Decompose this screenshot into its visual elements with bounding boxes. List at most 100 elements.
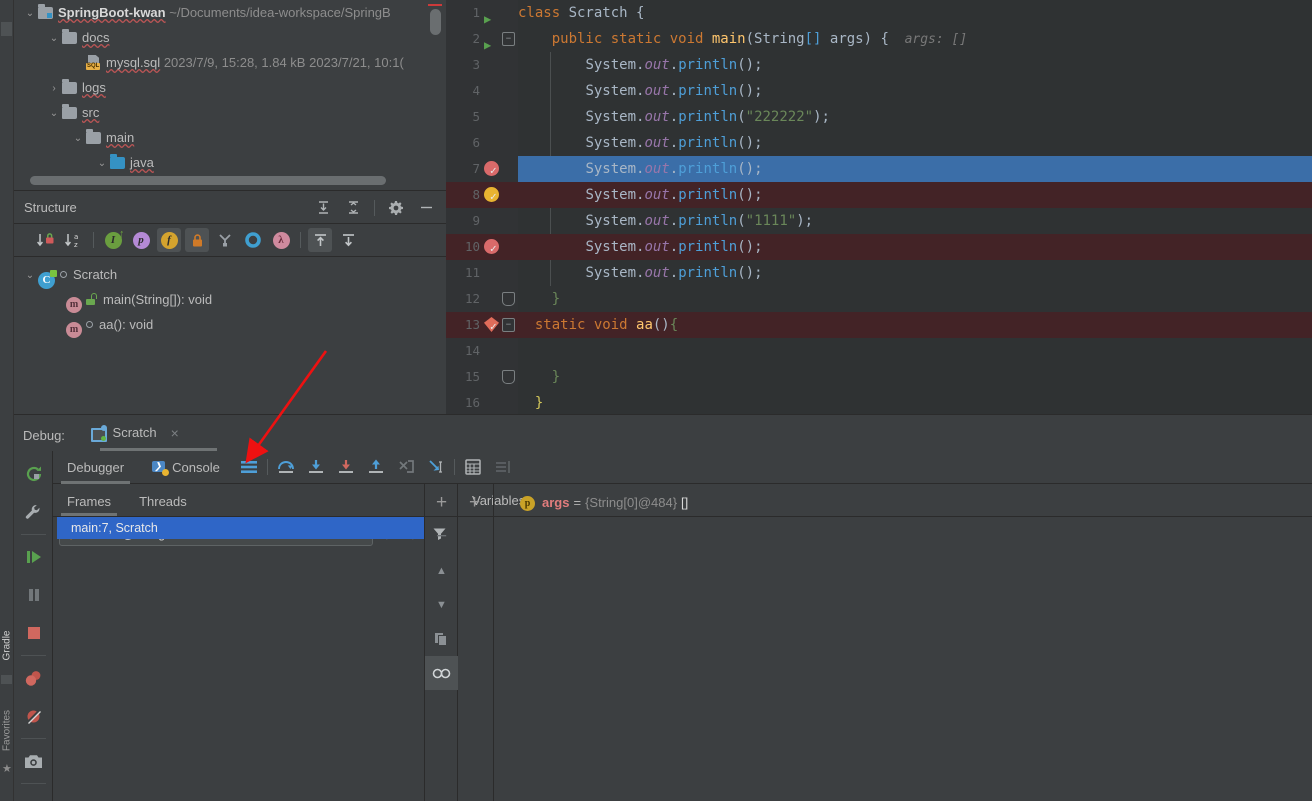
tree-chevron-icon[interactable]: › bbox=[46, 76, 62, 101]
editor-line[interactable]: 16 } bbox=[446, 390, 1312, 414]
show-properties-button[interactable]: p bbox=[129, 228, 153, 252]
project-tree-item[interactable]: ⌄ main bbox=[14, 125, 446, 150]
line-code[interactable]: System.out.println("222222"); bbox=[518, 104, 1312, 130]
line-gutter[interactable]: 12 bbox=[446, 286, 518, 312]
editor-line[interactable]: 12 } bbox=[446, 286, 1312, 312]
project-tree-item[interactable]: ⌄ java bbox=[14, 150, 446, 175]
step-into-button[interactable] bbox=[301, 451, 331, 484]
sort-alphabetically-button[interactable]: az bbox=[62, 228, 86, 252]
editor-line[interactable]: 13 ✓ − static void aa(){ bbox=[446, 312, 1312, 338]
line-gutter[interactable]: 1 ▶ bbox=[446, 0, 518, 26]
structure-tree-item[interactable]: m aa(): void bbox=[14, 312, 446, 338]
editor-line[interactable]: 5 System.out.println("222222"); bbox=[446, 104, 1312, 130]
autoscroll-to-source-button[interactable] bbox=[308, 228, 332, 252]
line-code[interactable]: } bbox=[518, 390, 1312, 414]
line-code[interactable]: System.out.println(); bbox=[518, 156, 1312, 182]
line-gutter[interactable]: 5 bbox=[446, 104, 518, 130]
line-code[interactable]: System.out.println(); bbox=[518, 52, 1312, 78]
tree-chevron-icon[interactable]: ⌄ bbox=[70, 126, 86, 151]
show-inherited-button[interactable]: I ↑ bbox=[101, 228, 125, 252]
line-gutter[interactable]: 4 bbox=[446, 78, 518, 104]
fold-close-icon[interactable] bbox=[502, 370, 515, 384]
editor-line[interactable]: 3 System.out.println(); bbox=[446, 52, 1312, 78]
stop-button[interactable] bbox=[14, 614, 53, 652]
project-horizontal-scrollbar[interactable] bbox=[30, 176, 386, 185]
line-code[interactable]: System.out.println("1111"); bbox=[518, 208, 1312, 234]
show-lambdas-button[interactable]: λ bbox=[269, 228, 293, 252]
variable-row[interactable]: p args = {String[0]@484}[] bbox=[494, 492, 1312, 514]
line-code[interactable]: static void aa(){ bbox=[518, 312, 1312, 338]
line-code[interactable]: System.out.println(); bbox=[518, 234, 1312, 260]
tab-debugger[interactable]: Debugger bbox=[53, 451, 138, 484]
line-code[interactable]: class Scratch { bbox=[518, 0, 1312, 26]
line-gutter[interactable]: 15 bbox=[446, 364, 518, 390]
line-gutter[interactable]: 14 bbox=[446, 338, 518, 364]
rerun-button[interactable] bbox=[14, 455, 53, 493]
line-code[interactable]: } bbox=[518, 364, 1312, 390]
tree-chevron-icon[interactable]: ⌄ bbox=[22, 263, 38, 288]
line-code[interactable]: } bbox=[518, 286, 1312, 312]
editor-line[interactable]: 7 ✓ System.out.println(); bbox=[446, 156, 1312, 182]
force-step-into-button[interactable] bbox=[331, 451, 361, 484]
edit-configurations-button[interactable] bbox=[14, 493, 53, 531]
structure-tree-item[interactable]: m main(String[]): void bbox=[14, 287, 446, 313]
editor-line[interactable]: 2 ▶ − public static void main(String[] arg… bbox=[446, 26, 1312, 52]
hide-panel-button[interactable] bbox=[414, 196, 438, 220]
sort-by-visibility-button[interactable] bbox=[34, 228, 58, 252]
line-gutter[interactable]: 10 ✓ bbox=[446, 234, 518, 260]
fold-open-icon[interactable]: − bbox=[502, 318, 515, 332]
evaluate-expression-button[interactable] bbox=[458, 451, 488, 484]
drop-frame-button[interactable] bbox=[391, 451, 421, 484]
line-gutter[interactable]: 9 bbox=[446, 208, 518, 234]
variables-list[interactable]: p args = {String[0]@484}[] bbox=[494, 484, 1312, 801]
add-watch-button[interactable]: + bbox=[425, 486, 458, 520]
autoscroll-from-source-button[interactable] bbox=[336, 228, 360, 252]
code-editor[interactable]: 1 ▶ class Scratch {2 ▶ − public static void … bbox=[446, 0, 1312, 414]
settings-camera-button[interactable] bbox=[14, 742, 53, 780]
line-code[interactable] bbox=[518, 338, 1312, 364]
show-anonymous-classes-button[interactable] bbox=[213, 228, 237, 252]
line-code[interactable]: System.out.println(); bbox=[518, 78, 1312, 104]
project-vertical-scrollbar[interactable] bbox=[430, 9, 441, 35]
close-session-icon[interactable]: × bbox=[171, 415, 179, 451]
layout-settings-button[interactable] bbox=[488, 451, 518, 484]
editor-line[interactable]: 1 ▶ class Scratch { bbox=[446, 0, 1312, 26]
line-code[interactable]: System.out.println(); bbox=[518, 182, 1312, 208]
move-watch-up-button[interactable]: ▲ bbox=[425, 554, 458, 588]
more-options-button[interactable]: » bbox=[14, 787, 53, 801]
call-stack-frame[interactable]: main:7, Scratch bbox=[57, 517, 424, 539]
tree-chevron-icon[interactable]: ⌄ bbox=[22, 1, 38, 26]
tab-console[interactable]: ❯ Console bbox=[138, 451, 234, 484]
fold-close-icon[interactable] bbox=[502, 292, 515, 306]
tree-chevron-icon[interactable]: ⌄ bbox=[94, 151, 110, 176]
line-gutter[interactable]: 8 ✓ bbox=[446, 182, 518, 208]
show-execution-point-button[interactable] bbox=[234, 451, 264, 484]
editor-line[interactable]: 10 ✓ System.out.println(); bbox=[446, 234, 1312, 260]
call-stack-list[interactable]: main:7, Scratch bbox=[57, 517, 424, 801]
project-tree-item[interactable]: ⌄ src bbox=[14, 100, 446, 125]
strip-label-gradle[interactable]: Gradle bbox=[2, 615, 13, 677]
project-tree-item[interactable]: ⌄ docs bbox=[14, 25, 446, 50]
add-variable-watch-button[interactable]: + bbox=[458, 486, 491, 520]
line-gutter[interactable]: 2 ▶ − bbox=[446, 26, 518, 52]
show-functions-button[interactable] bbox=[241, 228, 265, 252]
editor-line[interactable]: 8 ✓ System.out.println(); bbox=[446, 182, 1312, 208]
project-tree-item[interactable]: mysql.sql 2023/7/9, 15:28, 1.84 kB 2023/… bbox=[14, 50, 446, 75]
tree-chevron-icon[interactable]: ⌄ bbox=[46, 26, 62, 51]
step-out-button[interactable] bbox=[361, 451, 391, 484]
show-non-public-button[interactable] bbox=[185, 228, 209, 252]
copy-value-button[interactable] bbox=[425, 622, 458, 656]
project-tree-item[interactable]: › logs bbox=[14, 75, 446, 100]
mute-breakpoints-button[interactable] bbox=[14, 697, 53, 735]
pause-program-button[interactable] bbox=[14, 576, 53, 614]
tab-frames[interactable]: Frames bbox=[53, 494, 125, 516]
line-gutter[interactable]: 16 bbox=[446, 390, 518, 414]
debug-session-tab[interactable]: Scratch × bbox=[90, 415, 179, 451]
resume-program-button[interactable] bbox=[14, 538, 53, 576]
editor-line[interactable]: 14 bbox=[446, 338, 1312, 364]
line-gutter[interactable]: 3 bbox=[446, 52, 518, 78]
editor-line[interactable]: 4 System.out.println(); bbox=[446, 78, 1312, 104]
collapse-all-button[interactable] bbox=[341, 196, 365, 220]
move-watch-down-button[interactable]: ▼ bbox=[425, 588, 458, 622]
structure-tree-item[interactable]: ⌄ C Scratch bbox=[14, 262, 446, 289]
